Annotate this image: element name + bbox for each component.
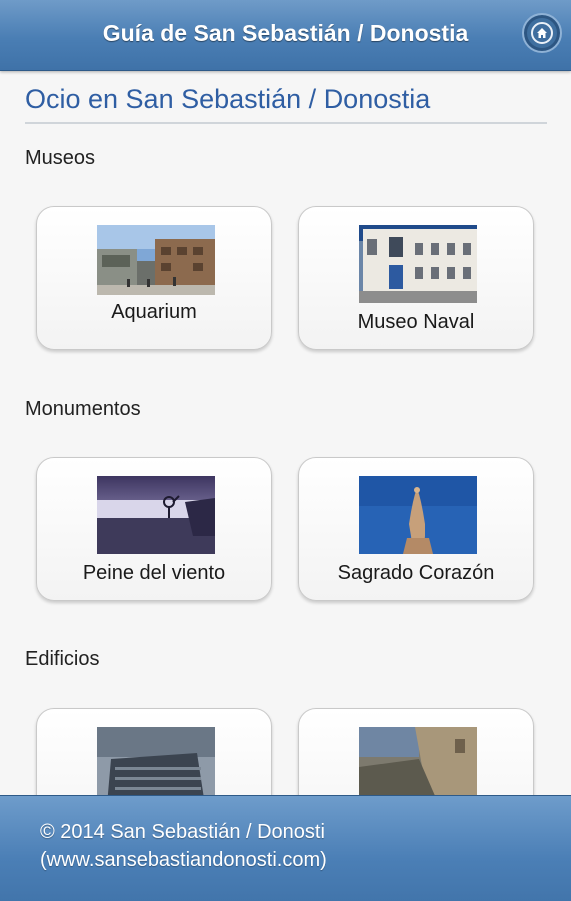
edificio-2-image <box>359 727 477 805</box>
card-label-sagrado-corazon: Sagrado Corazón <box>337 562 495 584</box>
home-button[interactable] <box>522 13 562 53</box>
title-divider <box>25 122 547 124</box>
card-museo-naval[interactable]: Museo Naval <box>298 206 534 350</box>
sagrado-corazon-image <box>359 476 477 554</box>
card-label-aquarium: Aquarium <box>111 301 197 323</box>
footer-website[interactable]: (www.sansebastiandonosti.com) <box>40 849 327 872</box>
section-title-edificios: Edificios <box>25 648 100 670</box>
aquarium-image <box>97 225 215 295</box>
peine-del-viento-image <box>97 476 215 554</box>
card-label-peine-del-viento: Peine del viento <box>82 562 226 584</box>
app-footer: © 2014 San Sebastián / Donosti (www.sans… <box>0 795 571 901</box>
main-content: Ocio en San Sebastián / Donostia Museos <box>0 70 571 852</box>
app-header: Guía de San Sebastián / Donostia <box>0 0 571 71</box>
home-icon <box>531 22 553 44</box>
page-title: Ocio en San Sebastián / Donostia <box>25 84 431 114</box>
card-aquarium[interactable]: Aquarium <box>36 206 272 350</box>
card-sagrado-corazon[interactable]: Sagrado Corazón <box>298 457 534 601</box>
app-title: Guía de San Sebastián / Donostia <box>102 20 469 46</box>
card-peine-del-viento[interactable]: Peine del viento <box>36 457 272 601</box>
edificio-1-image <box>97 727 215 805</box>
section-title-monumentos: Monumentos <box>25 398 141 420</box>
footer-copyright: © 2014 San Sebastián / Donosti <box>40 821 325 843</box>
card-label-museo-naval: Museo Naval <box>357 311 475 333</box>
section-title-museos: Museos <box>25 147 96 169</box>
museo-naval-image <box>359 225 477 303</box>
